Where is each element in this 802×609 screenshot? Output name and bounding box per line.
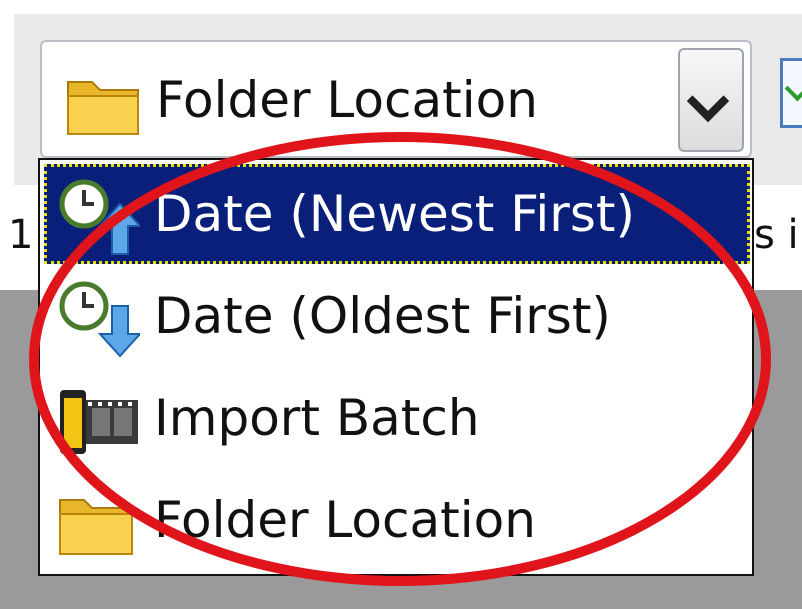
clock-up-arrow-icon bbox=[59, 179, 140, 255]
dropdown-item-label: Date (Newest First) bbox=[154, 185, 636, 243]
dropdown-item-date-newest[interactable]: Date (Newest First) bbox=[44, 164, 750, 264]
dropdown-item-label: Date (Oldest First) bbox=[154, 287, 611, 345]
checkbox-icon[interactable] bbox=[780, 58, 802, 128]
film-roll-icon bbox=[60, 390, 138, 454]
sort-order-dropdown-list: Date (Newest First) Date (Oldest First) … bbox=[38, 158, 754, 576]
folder-icon bbox=[59, 499, 133, 555]
dropdown-button[interactable] bbox=[678, 48, 744, 152]
dropdown-item-import-batch[interactable]: Import Batch bbox=[44, 368, 750, 468]
background-text-right: s i bbox=[754, 212, 799, 258]
sort-order-combobox[interactable]: Folder Location bbox=[40, 40, 752, 158]
window-top-edge bbox=[0, 0, 802, 14]
dropdown-item-label: Folder Location bbox=[154, 491, 536, 549]
dropdown-item-label: Import Batch bbox=[154, 389, 480, 447]
combobox-selected-label: Folder Location bbox=[156, 71, 538, 129]
dropdown-item-date-oldest[interactable]: Date (Oldest First) bbox=[44, 266, 750, 366]
chevron-down-icon bbox=[686, 79, 730, 123]
clock-down-arrow-icon bbox=[59, 281, 140, 358]
dropdown-item-folder-location[interactable]: Folder Location bbox=[44, 470, 750, 570]
folder-icon bbox=[67, 81, 139, 135]
background-text-left: 1 bbox=[8, 212, 34, 258]
